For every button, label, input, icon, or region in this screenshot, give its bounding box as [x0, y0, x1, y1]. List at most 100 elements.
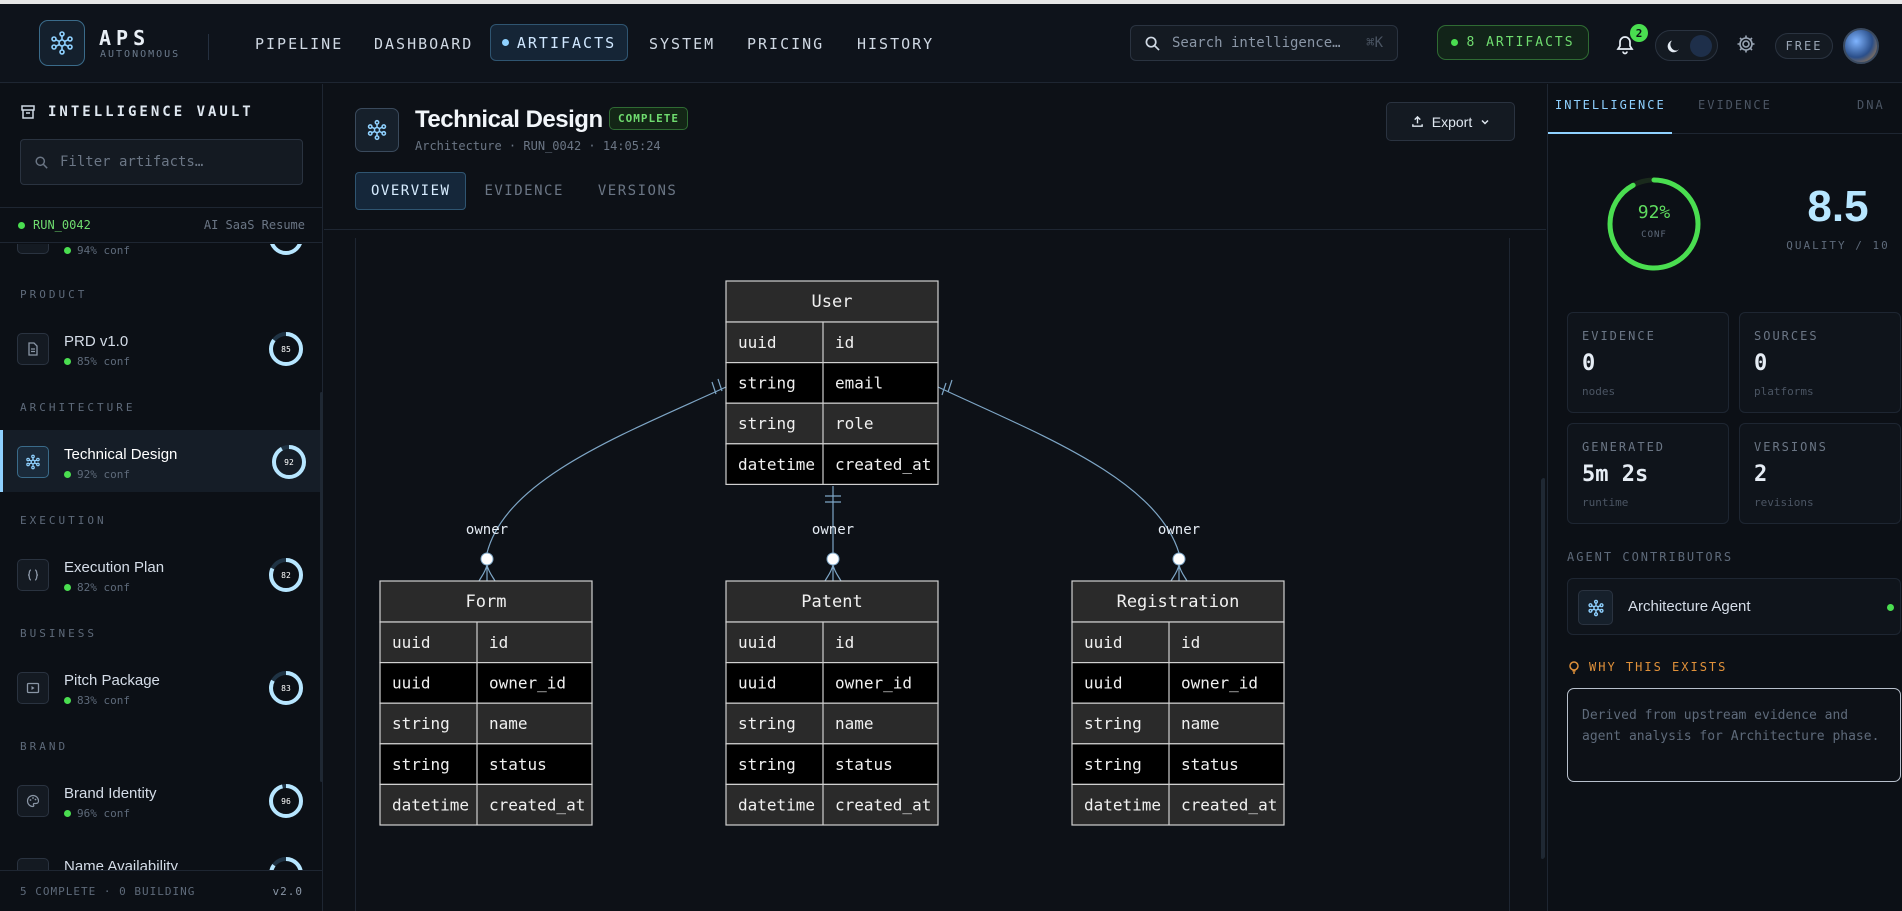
list-item-partial[interactable]: 94% conf	[0, 244, 320, 268]
panel-tabs: INTELLIGENCE EVIDENCE DNA	[1548, 84, 1902, 134]
confidence-gauge	[1607, 177, 1701, 271]
item-conf: 92% conf	[64, 468, 130, 481]
divider	[324, 229, 1546, 230]
nav-history[interactable]: HISTORY	[857, 4, 934, 83]
panel-scrollbar[interactable]	[1542, 478, 1545, 858]
list-item-execution-plan[interactable]: Execution Plan 82% conf 82	[0, 543, 320, 605]
field-name: created_at	[835, 455, 931, 474]
network-icon	[355, 108, 399, 152]
item-conf: 83% conf	[64, 694, 130, 707]
nav-dashboard[interactable]: DASHBOARD	[374, 4, 473, 83]
nav-artifacts-label: ARTIFACTS	[516, 33, 617, 52]
relationship-label: owner	[466, 522, 508, 538]
optional-marker	[480, 552, 494, 566]
field-name: id	[1181, 633, 1200, 652]
tab-evidence[interactable]: EVIDENCE	[469, 172, 578, 210]
item-name: Technical Design	[64, 446, 178, 463]
chevron-down-icon	[1481, 119, 1489, 125]
quality-score: 8.5	[1807, 182, 1869, 231]
item-conf: 85% conf	[64, 355, 130, 368]
er-diagram-canvas[interactable]: owner owner owner User uuid id string email stri…	[355, 238, 1510, 911]
tab-evidence-panel[interactable]: EVIDENCE	[1698, 98, 1772, 112]
list-item-prd[interactable]: PRD v1.0 85% conf 85	[0, 317, 320, 379]
field-name: owner_id	[489, 674, 566, 693]
field-type: datetime	[738, 795, 815, 814]
nav-pipeline[interactable]: PIPELINE	[255, 4, 343, 83]
why-description: Derived from upstream evidence and agent…	[1567, 688, 1901, 782]
theme-toggle[interactable]	[1655, 30, 1718, 61]
field-name: status	[1181, 755, 1239, 774]
relationship-label: owner	[1158, 522, 1200, 538]
tab-overview[interactable]: OVERVIEW	[355, 172, 467, 210]
list-item-name-availability[interactable]: Name Availability	[0, 842, 320, 870]
item-name: Brand Identity	[64, 785, 157, 802]
item-conf: 82% conf	[64, 581, 130, 594]
field-name: name	[489, 714, 528, 733]
item-name: Name Availability	[64, 858, 178, 870]
avatar[interactable]	[1843, 28, 1879, 64]
braces-icon	[17, 559, 49, 591]
field-type: string	[738, 414, 796, 433]
score-ring: 83	[266, 668, 306, 712]
nav-artifacts[interactable]: ARTIFACTS	[490, 24, 628, 61]
active-tab-indicator	[1548, 132, 1672, 134]
svg-text:85: 85	[281, 345, 291, 354]
page-title: Technical Design	[415, 106, 603, 133]
field-type: datetime	[738, 455, 815, 474]
relationship-label: owner	[812, 522, 854, 538]
run-selector[interactable]: RUN_0042 AI SaaS Resume	[0, 207, 323, 243]
export-button[interactable]: Export	[1386, 102, 1515, 141]
search-icon	[17, 858, 49, 870]
brand-subtitle: AUTONOMOUS	[100, 49, 181, 60]
nav-system[interactable]: SYSTEM	[649, 4, 715, 83]
field-type: uuid	[1084, 674, 1123, 693]
tab-dna[interactable]: DNA	[1857, 98, 1885, 112]
artifact-list: 94% conf PRODUCT PRD v1.0 85% conf 85 AR…	[0, 244, 323, 870]
gear-icon[interactable]	[1736, 34, 1756, 58]
tab-intelligence[interactable]: INTELLIGENCE	[1555, 98, 1666, 112]
section-architecture: ARCHITECTURE	[20, 401, 136, 414]
crows-foot	[478, 564, 496, 582]
entity-patent: Patent uuid id uuid owner_idstring name string…	[725, 580, 939, 826]
lightbulb-icon	[1569, 661, 1579, 674]
moon-icon	[1667, 40, 1679, 53]
field-name: owner_id	[1181, 674, 1258, 693]
contributor-name: Architecture Agent	[1628, 598, 1751, 615]
plan-badge[interactable]: FREE	[1775, 33, 1833, 59]
svg-text:82: 82	[281, 571, 291, 580]
palette-icon	[17, 785, 49, 817]
score-ring	[266, 854, 306, 870]
field-type: string	[1084, 714, 1142, 733]
divider	[208, 34, 209, 60]
search-icon	[1145, 36, 1160, 51]
field-type: uuid	[738, 333, 777, 352]
entity-name: User	[812, 292, 853, 312]
network-icon	[17, 446, 49, 478]
search-input[interactable]: Search intelligence… ⌘K	[1130, 25, 1398, 61]
field-type: datetime	[1084, 795, 1161, 814]
search-placeholder: Search intelligence…	[1172, 35, 1341, 51]
intelligence-vault-sidebar: INTELLIGENCE VAULT Filter artifacts… RUN…	[0, 84, 323, 911]
relationship-line	[937, 386, 1180, 554]
logo-network-icon[interactable]	[39, 20, 85, 66]
footer-version: v2.0	[272, 884, 303, 898]
artifacts-count-badge[interactable]: 8 ARTIFACTS	[1437, 25, 1589, 60]
filter-input[interactable]: Filter artifacts…	[20, 139, 303, 185]
sidebar-scrollbar[interactable]	[320, 392, 323, 782]
nav-pricing[interactable]: PRICING	[747, 4, 824, 83]
score-ring	[266, 244, 306, 262]
field-type: string	[1084, 755, 1142, 774]
footer-status: 5 COMPLETE · 0 BUILDING	[20, 884, 196, 898]
entity-name: Patent	[801, 592, 862, 612]
field-type: uuid	[392, 674, 431, 693]
field-type: string	[738, 755, 796, 774]
tab-versions[interactable]: VERSIONS	[583, 172, 692, 210]
vault-title: INTELLIGENCE VAULT	[20, 104, 254, 120]
run-id: RUN_0042	[33, 218, 91, 232]
contributor-architecture-agent[interactable]: Architecture Agent	[1567, 578, 1901, 635]
field-type: string	[738, 374, 796, 393]
list-item-technical-design[interactable]: Technical Design 92% conf 92	[0, 430, 320, 492]
field-name: id	[489, 633, 508, 652]
list-item-pitch-package[interactable]: Pitch Package 83% conf 83	[0, 656, 320, 718]
list-item-brand-identity[interactable]: Brand Identity 96% conf 96	[0, 769, 320, 831]
